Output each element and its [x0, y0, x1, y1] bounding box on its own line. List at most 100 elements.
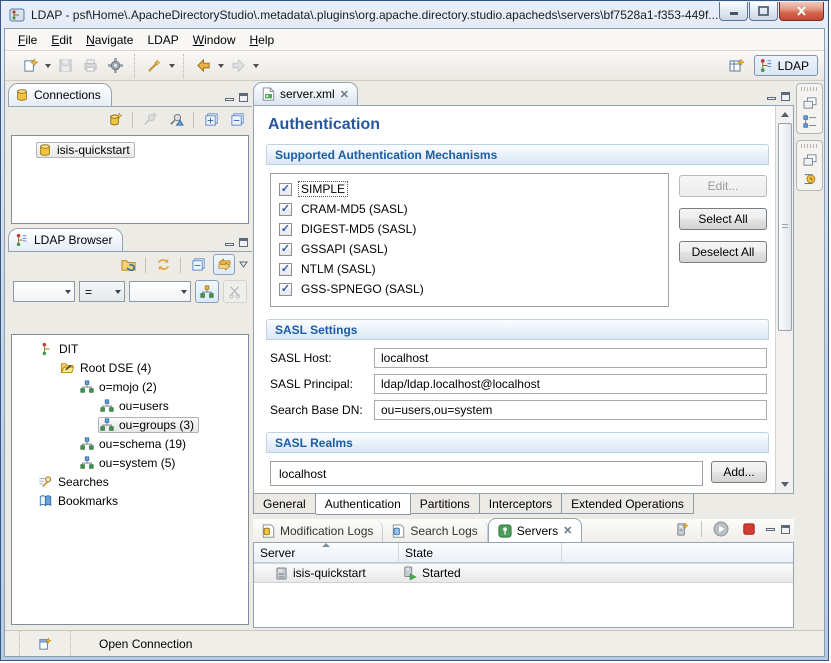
expand-all-button[interactable] — [200, 109, 222, 131]
tree-item-dit[interactable]: DIT — [12, 339, 248, 358]
page-tab-partitions[interactable]: Partitions — [411, 494, 480, 514]
page-tab-authentication[interactable]: Authentication — [316, 494, 411, 515]
new-server-button[interactable] — [671, 518, 693, 540]
refresh-button[interactable] — [152, 254, 174, 276]
disconnect-button[interactable] — [165, 109, 187, 131]
browser-minimize-icon[interactable] — [225, 243, 234, 246]
drag-handle[interactable] — [801, 87, 818, 91]
filter-attribute-combo[interactable] — [13, 281, 75, 302]
sasl-host-input[interactable]: localhost — [374, 348, 767, 368]
back-button[interactable] — [192, 55, 214, 77]
minimize-icon — [729, 7, 739, 16]
restore-icon[interactable] — [803, 97, 817, 109]
page-tab-extended-operations[interactable]: Extended Operations — [562, 494, 694, 514]
tab-search-logs[interactable]: Search Logs — [383, 520, 487, 542]
select-all-button[interactable]: Select All — [679, 208, 767, 230]
tree-item-searches[interactable]: Searches — [12, 472, 248, 491]
page-tab-general[interactable]: General — [253, 494, 316, 514]
logs-minimize-icon[interactable] — [766, 528, 775, 531]
stop-server-button[interactable] — [738, 518, 760, 540]
link-editor-button[interactable] — [213, 254, 235, 275]
menu-help[interactable]: Help — [242, 31, 281, 49]
progress-icon[interactable] — [803, 172, 817, 186]
deselect-all-button[interactable]: Deselect All — [679, 241, 767, 263]
editor-tab-serverxml[interactable]: server.xml ✕ — [253, 82, 358, 105]
view-menu-caret-icon[interactable] — [239, 261, 248, 268]
filter-value-combo[interactable] — [129, 281, 191, 302]
column-header-state[interactable]: State — [399, 543, 562, 562]
tree-item-schema[interactable]: ou=schema (19) — [12, 434, 248, 453]
editor-tab-close-icon[interactable]: ✕ — [340, 88, 349, 101]
edit-button[interactable]: Edit... — [679, 175, 767, 197]
servers-tab-close-icon[interactable]: ✕ — [563, 524, 572, 537]
checkbox-gss-spnego[interactable] — [279, 283, 292, 296]
editor-minimize-icon[interactable] — [767, 97, 776, 100]
outline-icon[interactable] — [803, 115, 817, 129]
logs-maximize-icon[interactable] — [781, 525, 790, 534]
editor-scrollbar[interactable] — [775, 106, 793, 493]
add-realm-button[interactable]: Add... — [711, 461, 767, 483]
perspective-ldap-button[interactable]: LDAP — [754, 55, 818, 76]
drag-handle[interactable] — [801, 144, 818, 148]
tree-item-rootdse[interactable]: Root DSE (4) — [12, 358, 248, 377]
menu-navigate[interactable]: Navigate — [79, 31, 140, 49]
close-button[interactable] — [779, 2, 824, 21]
quick-search-run-button[interactable] — [223, 280, 247, 303]
checkbox-digest-md5[interactable] — [279, 223, 292, 236]
browser-collapse-all-button[interactable] — [187, 254, 209, 276]
menu-file[interactable]: File — [11, 31, 44, 49]
checkbox-cram-md5[interactable] — [279, 203, 292, 216]
tree-item-bookmarks[interactable]: Bookmarks — [12, 491, 248, 510]
tree-item-groups[interactable]: ou=groups (3) — [98, 417, 199, 433]
menu-edit[interactable]: Edit — [44, 31, 79, 49]
search-base-dn-input[interactable]: ou=users,ou=system — [374, 400, 767, 420]
quick-search-scope-button[interactable] — [195, 280, 219, 303]
new-wizard-button[interactable] — [19, 55, 41, 77]
tab-modification-logs[interactable]: Modification Logs — [253, 520, 383, 542]
collapse-all-button[interactable] — [226, 109, 248, 131]
checkbox-gssapi[interactable] — [279, 243, 292, 256]
maximize-button[interactable] — [749, 2, 778, 21]
menu-window[interactable]: Window — [186, 31, 243, 49]
server-row[interactable]: isis-quickstart Started — [254, 563, 793, 583]
filter-operator-combo[interactable]: = — [79, 281, 125, 302]
new-connection-button[interactable] — [104, 109, 126, 131]
scroll-down-icon[interactable] — [781, 482, 789, 487]
column-header-server[interactable]: Server — [254, 543, 399, 562]
minimize-button[interactable] — [719, 2, 748, 21]
connection-item[interactable]: isis-quickstart — [36, 142, 135, 158]
browser-maximize-icon[interactable] — [239, 238, 248, 247]
connections-maximize-icon[interactable] — [239, 93, 248, 102]
back-caret[interactable] — [218, 64, 224, 68]
page-tab-interceptors[interactable]: Interceptors — [480, 494, 562, 514]
search-caret[interactable] — [169, 64, 175, 68]
forward-button[interactable] — [227, 55, 249, 77]
open-perspective-button[interactable] — [726, 55, 748, 77]
fast-view-area[interactable] — [19, 631, 71, 656]
scrollbar-thumb[interactable] — [778, 123, 792, 331]
start-server-button[interactable] — [710, 518, 732, 540]
refresh-folder-button[interactable] — [117, 254, 139, 276]
menu-ldap[interactable]: LDAP — [140, 31, 185, 49]
restore-icon[interactable] — [803, 154, 817, 166]
editor-maximize-icon[interactable] — [781, 92, 790, 101]
checkbox-ntlm[interactable] — [279, 263, 292, 276]
connections-minimize-icon[interactable] — [225, 98, 234, 101]
tab-servers[interactable]: Servers ✕ — [488, 518, 583, 542]
new-wizard-caret[interactable] — [45, 64, 51, 68]
settings-button[interactable] — [104, 55, 126, 77]
ldap-browser-view-tab[interactable]: LDAP Browser — [8, 228, 123, 251]
search-button[interactable] — [143, 55, 165, 77]
checkbox-simple[interactable] — [279, 183, 292, 196]
print-button[interactable] — [79, 55, 101, 77]
save-button[interactable] — [54, 55, 76, 77]
forward-caret[interactable] — [253, 64, 259, 68]
scroll-up-icon[interactable] — [781, 112, 789, 117]
sasl-principal-input[interactable]: ldap/ldap.localhost@localhost — [374, 374, 767, 394]
tree-item-system[interactable]: ou=system (5) — [12, 453, 248, 472]
tree-item-mojo[interactable]: o=mojo (2) — [12, 377, 248, 396]
connections-view-tab[interactable]: Connections — [8, 83, 112, 106]
tree-item-users[interactable]: ou=users — [12, 396, 248, 415]
realms-list[interactable]: localhost — [270, 461, 703, 486]
connect-button[interactable] — [139, 109, 161, 131]
